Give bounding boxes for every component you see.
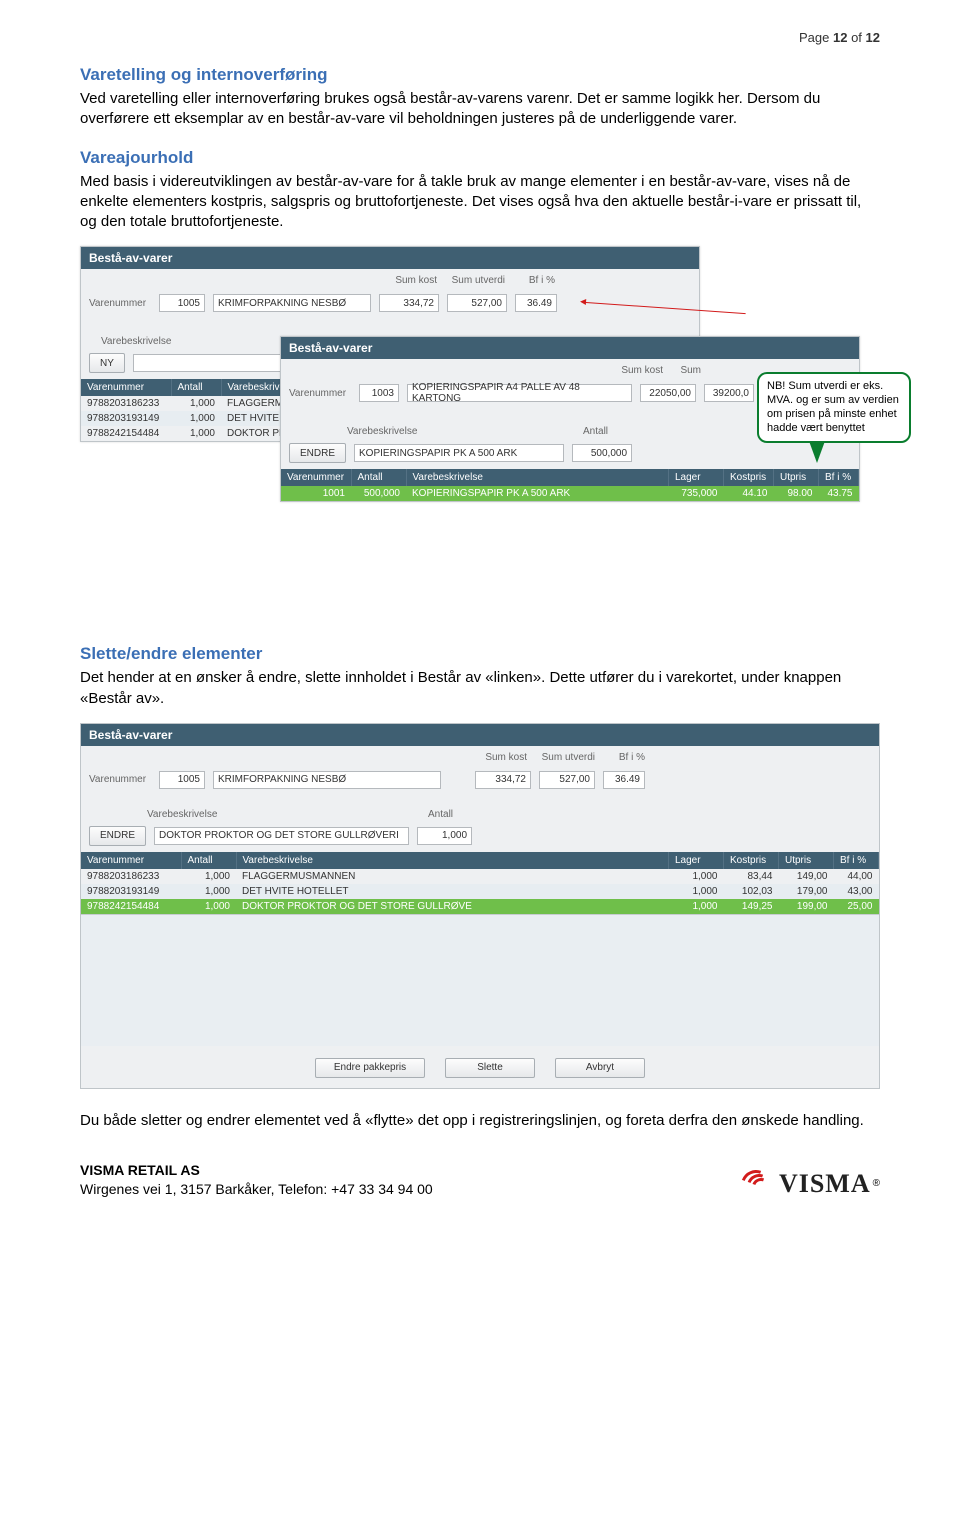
varenummer-field[interactable]: 1005 [159,771,205,789]
ny-button[interactable]: NY [89,353,125,373]
section-varetelling-title: Varetelling og internoverføring [80,65,880,85]
section-vareajourhold-title: Vareajourhold [80,148,880,168]
line-beskrivelse-field[interactable]: DOKTOR PROKTOR OG DET STORE GULLRØVERI [154,827,409,845]
section-varetelling-body: Ved varetelling eller internoverføring b… [80,89,880,130]
empty-grid-area [81,914,879,1046]
bf-field[interactable]: 36.49 [603,771,645,789]
table-row-selected[interactable]: 97882421544841,000DOKTOR PROKTOR OG DET … [81,899,879,914]
table-row[interactable]: 97882031862331,000FLAGGERMUSMANNEN 1,000… [81,869,879,884]
visma-logo: VISMA® [741,1169,880,1199]
footer-address: Wirgenes vei 1, 3157 Barkåker, Telefon: … [80,1180,433,1199]
bf-field[interactable]: 36.49 [515,294,557,312]
table-row-selected[interactable]: 1001 500,000 KOPIERINGSPAPIR PK A 500 AR… [281,486,859,501]
screenshot-front-panel: Bestå-av-varer Sum kost Sum Varenummer 1… [280,336,860,502]
endre-pakkepris-button[interactable]: Endre pakkepris [315,1058,425,1078]
footer-company-block: VISMA RETAIL AS Wirgenes vei 1, 3157 Bar… [80,1161,433,1199]
endre-button[interactable]: ENDRE [289,443,346,463]
line-beskrivelse-field[interactable]: KOPIERINGSPAPIR PK A 500 ARK [354,444,564,462]
section-slette-footer-body: Du både sletter og endrer elementet ved … [80,1111,880,1131]
screenshot-big-panel: Bestå-av-varer Sum kost Sum utverdi Bf i… [80,723,880,1089]
avbryt-button[interactable]: Avbryt [555,1058,645,1078]
panel-title: Bestå-av-varer [81,247,699,269]
visma-logo-text: VISMA [779,1169,871,1199]
varenummer-field[interactable]: 1005 [159,294,205,312]
slette-button[interactable]: Slette [445,1058,535,1078]
panel-title: Bestå-av-varer [81,724,879,746]
section-slette-body: Det hender at en ønsker å endre, slette … [80,668,880,709]
label-bf-pct: Bf i % [513,275,555,286]
visma-swoosh-icon [741,1170,777,1198]
registered-icon: ® [873,1178,880,1189]
beskrivelse-field[interactable]: KOPIERINGSPAPIR A4 PALLE AV 48 KARTONG [407,384,632,402]
sum-kost-field[interactable]: 334,72 [379,294,439,312]
section-slette-title: Slette/endre elementer [80,644,880,664]
panel-title: Bestå-av-varer [281,337,859,359]
sum-kost-field[interactable]: 334,72 [475,771,531,789]
label-varebeskrivelse: Varebeskrivelse [101,336,191,347]
sum-utverdi-field[interactable]: 527,00 [447,294,507,312]
label-sum-kost: Sum kost [377,275,437,286]
big-grid: Varenummer Antall Varebeskrivelse Lager … [81,852,879,914]
sum-kost-field[interactable]: 22050,00 [640,384,696,402]
section-vareajourhold-body: Med basis i videreutviklingen av består-… [80,172,880,233]
callout-note: NB! Sum utverdi er eks. MVA. og er sum a… [757,372,911,443]
front-grid: Varenummer Antall Varebeskrivelse Lager … [281,469,859,501]
table-row[interactable]: 97882031931491,000DET HVITE HOTELLET 1,0… [81,884,879,899]
beskrivelse-field[interactable]: KRIMFORPAKNING NESBØ [213,771,441,789]
sum-utverdi-field[interactable]: 527,00 [539,771,595,789]
beskrivelse-field[interactable]: KRIMFORPAKNING NESBØ [213,294,371,312]
label-sum-utverdi: Sum utverdi [445,275,505,286]
endre-button[interactable]: ENDRE [89,826,146,846]
varenummer-field[interactable]: 1003 [359,384,399,402]
label-varenummer: Varenummer [89,298,151,309]
line-antall-field[interactable]: 500,000 [572,444,632,462]
line-antall-field[interactable]: 1,000 [417,827,472,845]
footer-company-name: VISMA RETAIL AS [80,1161,433,1180]
sum-utverdi-field[interactable]: 39200,0 [704,384,754,402]
page-number-header: Page 12 of 12 [80,30,880,45]
